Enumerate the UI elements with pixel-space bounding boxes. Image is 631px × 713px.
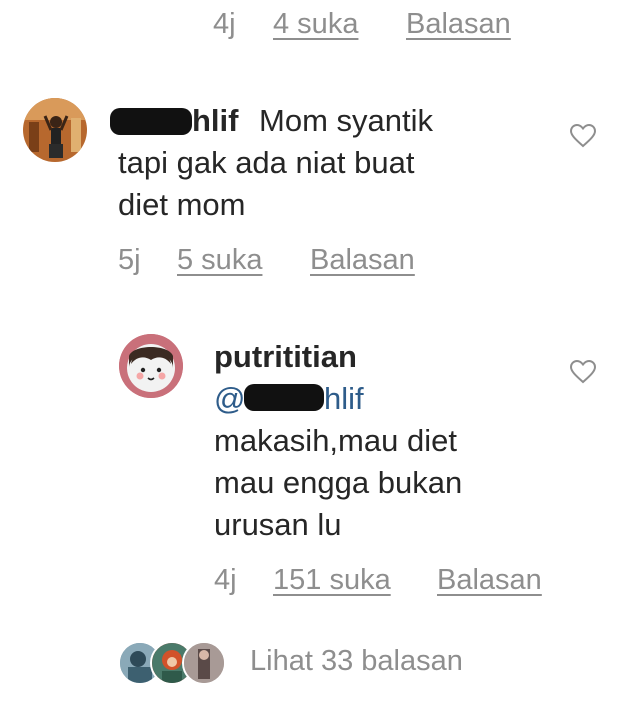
likes-count-link[interactable]: 5 suka bbox=[177, 244, 262, 277]
avatar-stack bbox=[118, 641, 226, 685]
comment-time: 5j bbox=[118, 244, 141, 276]
likes-count-link[interactable]: 151 suka bbox=[273, 564, 391, 597]
comment-text-line: mau engga bukan bbox=[214, 465, 463, 500]
comment-text-line: diet mom bbox=[118, 187, 246, 222]
username[interactable]: hlif bbox=[192, 100, 239, 142]
avatar[interactable] bbox=[23, 98, 87, 162]
comment-text-line: makasih,mau diet bbox=[214, 423, 457, 458]
reply-button[interactable]: Balasan bbox=[310, 244, 415, 277]
avatar[interactable] bbox=[119, 334, 183, 398]
comment-text-line: tapi gak ada niat buat bbox=[118, 145, 415, 180]
heart-outline-icon[interactable] bbox=[570, 124, 596, 148]
comment-text-line: urusan lu bbox=[214, 507, 342, 542]
redacted-mention bbox=[244, 384, 324, 411]
comment-time: 4j bbox=[213, 8, 236, 40]
username[interactable]: putrititian bbox=[214, 336, 357, 378]
mention-link[interactable]: hlif bbox=[324, 378, 364, 420]
reply-button[interactable]: Balasan bbox=[437, 564, 542, 597]
mention-prefix[interactable]: @ bbox=[214, 378, 245, 420]
view-replies-link[interactable]: Lihat 33 balasan bbox=[250, 645, 463, 678]
avatar bbox=[182, 641, 226, 685]
comment-text-line: Mom syantik bbox=[259, 103, 433, 138]
reply-button[interactable]: Balasan bbox=[406, 8, 511, 41]
redacted-username bbox=[110, 108, 192, 135]
heart-outline-icon[interactable] bbox=[570, 360, 596, 384]
likes-count-link[interactable]: 4 suka bbox=[273, 8, 358, 41]
comment-time: 4j bbox=[214, 564, 237, 596]
